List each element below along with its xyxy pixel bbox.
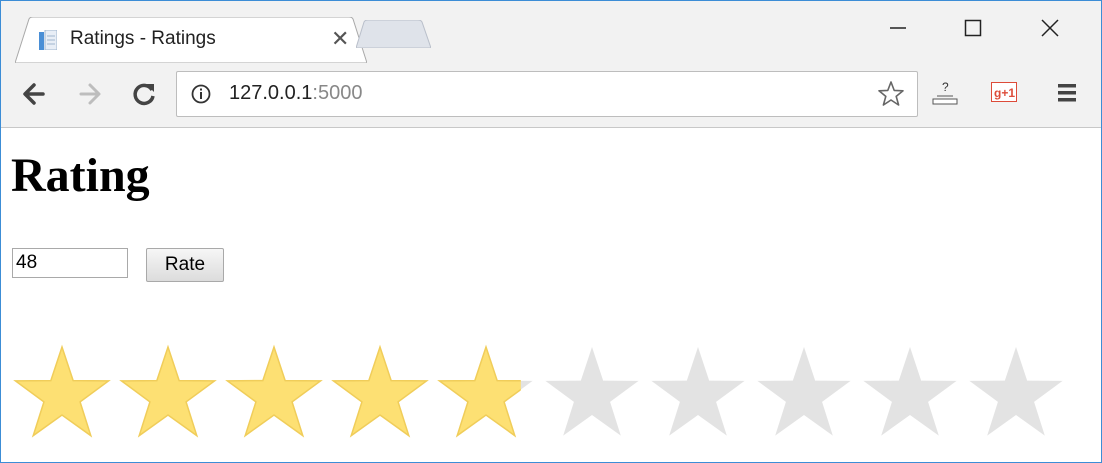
url-text: 127.0.0.1:5000 — [229, 82, 362, 105]
tab-close-icon[interactable]: ✕ — [331, 26, 349, 52]
document-icon — [39, 30, 57, 50]
page-content: Rating Rate — [1, 128, 1101, 462]
title-bar: Ratings - Ratings ✕ — [1, 1, 1101, 71]
svg-text:?: ? — [942, 81, 949, 94]
url-port: :5000 — [312, 82, 363, 104]
star-empty — [969, 347, 1063, 436]
star-rating — [13, 344, 1063, 438]
info-icon[interactable] — [191, 84, 211, 104]
bookmark-star-icon[interactable] — [877, 80, 905, 108]
browser-tab[interactable]: Ratings - Ratings ✕ — [15, 17, 367, 63]
browser-window: Ratings - Ratings ✕ 127.0.0.1:5000 ? g+1… — [0, 0, 1102, 463]
star-filled — [13, 344, 111, 438]
new-tab-button[interactable] — [356, 20, 431, 48]
extension-icon[interactable]: ? — [931, 81, 959, 107]
star-filled — [119, 344, 217, 438]
google-plus-icon[interactable]: g+1 — [991, 81, 1017, 103]
browser-toolbar: 127.0.0.1:5000 ? g+1 — [1, 63, 1101, 128]
star-filled — [225, 344, 323, 438]
star-filled — [437, 344, 521, 438]
page-title: Rating — [11, 149, 150, 202]
rating-input[interactable] — [12, 248, 128, 278]
tab-title: Ratings - Ratings — [70, 28, 216, 49]
forward-arrow-icon[interactable] — [77, 81, 103, 107]
url-host: 127.0.0.1 — [229, 82, 313, 104]
reload-icon[interactable] — [131, 81, 157, 107]
star-empty — [545, 347, 639, 436]
svg-text:g+1: g+1 — [994, 86, 1015, 100]
star-empty — [651, 347, 745, 436]
rate-button[interactable]: Rate — [146, 248, 224, 282]
address-bar[interactable]: 127.0.0.1:5000 — [176, 71, 918, 117]
back-arrow-icon[interactable] — [21, 81, 47, 107]
star-empty — [757, 347, 851, 436]
close-window-icon[interactable] — [1015, 7, 1085, 47]
maximize-icon[interactable] — [938, 7, 1008, 47]
star-empty — [863, 347, 957, 436]
minimize-icon[interactable] — [863, 7, 933, 47]
menu-icon[interactable] — [1056, 81, 1078, 105]
star-filled — [331, 344, 429, 438]
